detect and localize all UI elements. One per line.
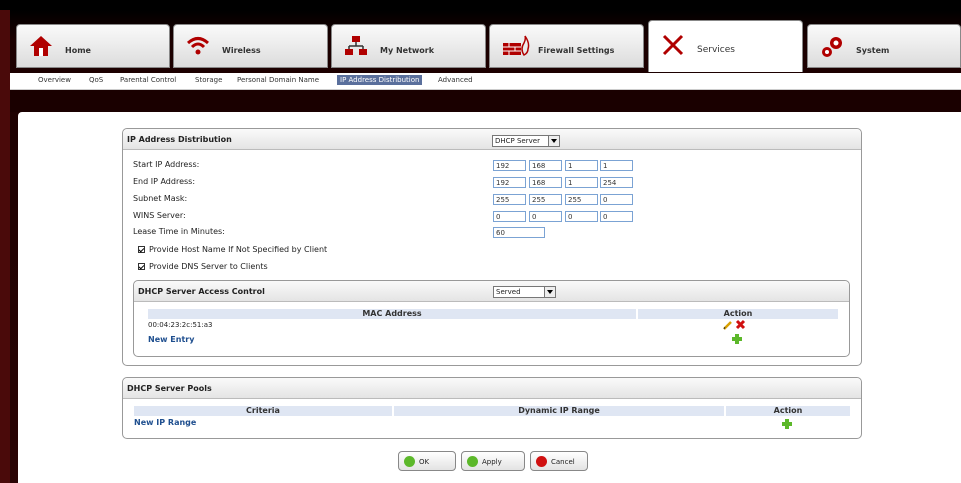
tab-system-label: System: [856, 46, 890, 55]
access-control-title: DHCP Server Access Control: [138, 287, 265, 296]
access-control-header: DHCP Server Access Control: [134, 281, 849, 302]
ip-distribution-title: IP Address Distribution: [127, 135, 232, 144]
subnav-overview[interactable]: Overview: [38, 76, 71, 84]
start-ip-octet-3[interactable]: 1: [565, 160, 598, 171]
distribution-mode-select[interactable]: DHCP Server: [492, 135, 560, 147]
apply-arrow-icon: [467, 456, 478, 467]
start-ip-octet-1[interactable]: 192: [493, 160, 526, 171]
pools-action-column-header: Action: [726, 406, 850, 416]
provide-hostname-label: Provide Host Name If Not Specified by Cl…: [149, 245, 328, 254]
start-ip-label: Start IP Address:: [133, 160, 200, 169]
tab-home-label: Home: [65, 46, 91, 55]
end-ip-octet-1[interactable]: 192: [493, 177, 526, 188]
cancel-button[interactable]: Cancel: [530, 451, 588, 471]
provide-dns-checkbox[interactable]: [138, 263, 145, 270]
subnav-parental-control[interactable]: Parental Control: [120, 76, 176, 84]
chevron-down-icon: [548, 136, 559, 146]
add-icon[interactable]: [781, 418, 793, 430]
wireless-icon: [186, 37, 210, 55]
subnet-mask-octet-4[interactable]: 0: [600, 194, 633, 205]
start-ip-octet-4[interactable]: 1: [600, 160, 633, 171]
tab-wireless[interactable]: Wireless: [173, 24, 328, 68]
access-action-column-header: Action: [638, 309, 838, 319]
tab-firewall-label: Firewall Settings: [538, 46, 615, 55]
network-icon: [345, 36, 367, 55]
new-entry-link[interactable]: New Entry: [148, 335, 194, 344]
access-mode-value: Served: [496, 288, 521, 296]
cancel-x-icon: [536, 456, 547, 467]
add-icon[interactable]: [731, 333, 743, 345]
subnav-ip-address-distribution[interactable]: IP Address Distribution: [337, 75, 423, 85]
left-border: [0, 10, 10, 483]
subnav-qos[interactable]: QoS: [89, 76, 103, 84]
provide-dns-label: Provide DNS Server to Clients: [149, 262, 268, 271]
cancel-button-label: Cancel: [551, 458, 575, 466]
chevron-down-icon: [544, 287, 555, 297]
distribution-mode-value: DHCP Server: [495, 137, 540, 145]
tab-my-network-label: My Network: [380, 46, 435, 55]
access-control-section: DHCP Server Access Control Served MAC Ad…: [133, 280, 850, 357]
wins-server-octet-4[interactable]: 0: [600, 211, 633, 222]
tab-home[interactable]: Home: [16, 24, 170, 68]
server-pools-section: DHCP Server Pools Criteria Dynamic IP Ra…: [122, 377, 862, 439]
subnet-mask-octet-1[interactable]: 255: [493, 194, 526, 205]
home-icon: [30, 36, 52, 56]
tab-my-network[interactable]: My Network: [331, 24, 486, 68]
wins-server-octet-3[interactable]: 0: [565, 211, 598, 222]
provide-hostname-checkbox[interactable]: [138, 246, 145, 253]
main-tabs: Home Wireless My Network Firewall Settin…: [10, 16, 961, 72]
ok-button-label: OK: [419, 458, 430, 466]
edit-pencil-icon[interactable]: [723, 320, 733, 330]
end-ip-octet-2[interactable]: 168: [529, 177, 562, 188]
subnet-mask-octet-2[interactable]: 255: [529, 194, 562, 205]
apply-button-label: Apply: [482, 458, 502, 466]
services-icon: [662, 34, 684, 56]
server-pools-header: DHCP Server Pools: [123, 378, 861, 399]
apply-button[interactable]: Apply: [461, 451, 525, 471]
gears-icon: [822, 37, 842, 57]
server-pools-title: DHCP Server Pools: [127, 384, 212, 393]
criteria-column-header: Criteria: [134, 406, 392, 416]
dynamic-ip-range-column-header: Dynamic IP Range: [394, 406, 724, 416]
tab-wireless-label: Wireless: [222, 46, 261, 55]
subnav-personal-domain-name[interactable]: Personal Domain Name: [237, 76, 319, 84]
tab-services[interactable]: Services: [648, 20, 803, 72]
end-ip-octet-3[interactable]: 1: [565, 177, 598, 188]
subnet-mask-octet-3[interactable]: 255: [565, 194, 598, 205]
mac-address-column-header: MAC Address: [148, 309, 636, 319]
wins-server-octet-2[interactable]: 0: [529, 211, 562, 222]
subnav-storage[interactable]: Storage: [195, 76, 222, 84]
firewall-icon: [503, 35, 530, 56]
sub-navigation: Overview QoS Parental Control Storage Pe…: [10, 73, 961, 90]
lease-time-label: Lease Time in Minutes:: [133, 227, 225, 236]
ok-button[interactable]: OK: [398, 451, 456, 471]
new-ip-range-link[interactable]: New IP Range: [134, 418, 196, 427]
delete-icon[interactable]: [735, 319, 746, 330]
ip-distribution-section: IP Address Distribution DHCP Server Star…: [122, 128, 862, 366]
wins-server-octet-1[interactable]: 0: [493, 211, 526, 222]
tab-services-label: Services: [697, 45, 735, 55]
tab-firewall[interactable]: Firewall Settings: [489, 24, 644, 68]
access-mode-select[interactable]: Served: [493, 286, 556, 298]
subnet-mask-label: Subnet Mask:: [133, 194, 188, 203]
subnav-advanced[interactable]: Advanced: [438, 76, 473, 84]
start-ip-octet-2[interactable]: 168: [529, 160, 562, 171]
end-ip-octet-4[interactable]: 254: [600, 177, 633, 188]
end-ip-label: End IP Address:: [133, 177, 196, 186]
wins-server-label: WINS Server:: [133, 211, 186, 220]
lease-time-input[interactable]: 60: [493, 227, 545, 238]
tab-system[interactable]: System: [807, 24, 961, 68]
mac-address-value: 00:04:23:2c:51:a3: [148, 321, 213, 329]
checkmark-icon: [404, 456, 415, 467]
header-band: [10, 90, 961, 112]
